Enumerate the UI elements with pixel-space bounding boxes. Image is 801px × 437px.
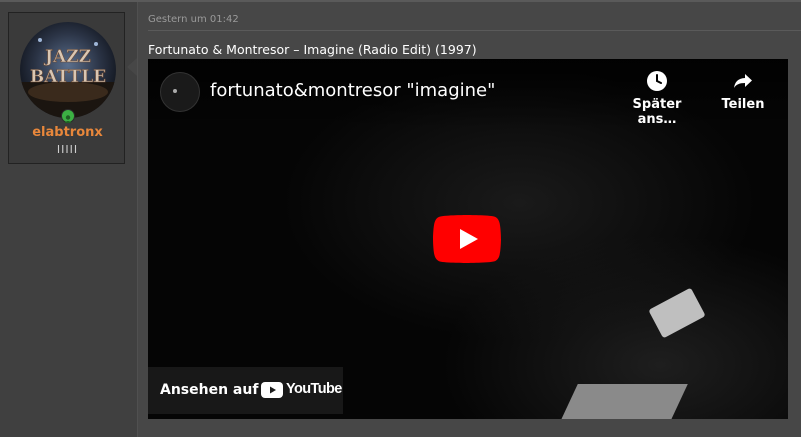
post-sidebar: JAZZ BATTLE elabtronx IIIII (0, 2, 138, 437)
avatar-logo-line1: JAZZ (43, 47, 91, 67)
share-label: Teilen (721, 97, 765, 112)
clock-icon (647, 71, 667, 91)
post-pointer-arrow (127, 58, 137, 76)
watch-on-youtube-button[interactable]: Ansehen auf YouTube (148, 367, 343, 414)
online-status-icon (61, 109, 75, 123)
watch-later-label: Später ans… (632, 97, 682, 127)
play-button[interactable] (433, 215, 501, 263)
youtube-embed[interactable]: fortunato&montresor "imagine" Später ans… (148, 59, 788, 419)
post-timestamp[interactable]: Gestern um 01:42 (148, 14, 239, 25)
post-title: Fortunato & Montresor – Imagine (Radio E… (148, 42, 477, 57)
username[interactable]: elabtronx (9, 125, 126, 140)
avatar-image: JAZZ BATTLE (20, 38, 116, 118)
watch-on-label: Ansehen auf (160, 382, 259, 398)
watch-later-button[interactable]: Später ans… (616, 69, 698, 127)
share-button[interactable]: Teilen (718, 69, 768, 112)
channel-avatar[interactable] (160, 72, 200, 112)
video-header: fortunato&montresor "imagine" Später ans… (148, 59, 788, 129)
post-divider (148, 30, 801, 31)
user-card: JAZZ BATTLE elabtronx IIIII (8, 12, 125, 164)
share-arrow-icon (734, 74, 752, 88)
youtube-wordmark: YouTube (286, 381, 342, 397)
video-title[interactable]: fortunato&montresor "imagine" (210, 80, 495, 101)
avatar[interactable]: JAZZ BATTLE (20, 22, 116, 118)
user-rank: IIIII (56, 143, 79, 156)
post-content: Gestern um 01:42 Fortunato & Montresor –… (138, 2, 801, 437)
avatar-logo-line2: BATTLE (30, 67, 106, 87)
youtube-play-icon (261, 382, 283, 398)
